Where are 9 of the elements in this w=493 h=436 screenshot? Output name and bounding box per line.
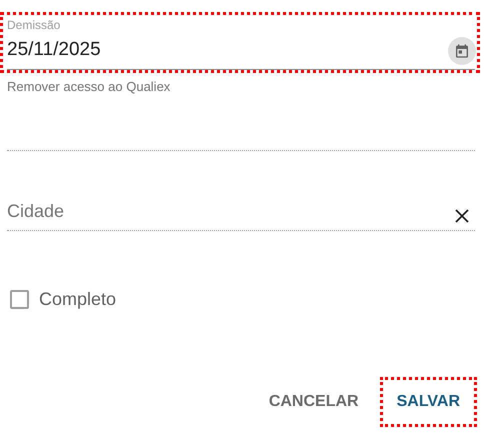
checkbox-label: Completo [39, 288, 116, 311]
close-icon[interactable] [455, 208, 469, 222]
save-button[interactable]: SALVAR [380, 378, 476, 426]
hint-text: Remover acesso ao Qualiex [6, 78, 172, 96]
date-field[interactable]: 25/11/2025 [7, 36, 448, 70]
field-label: Demissão [7, 17, 60, 34]
cancel-button[interactable]: CANCELAR [252, 378, 375, 426]
calendar-icon[interactable] [448, 37, 476, 65]
checkbox[interactable] [10, 290, 29, 308]
